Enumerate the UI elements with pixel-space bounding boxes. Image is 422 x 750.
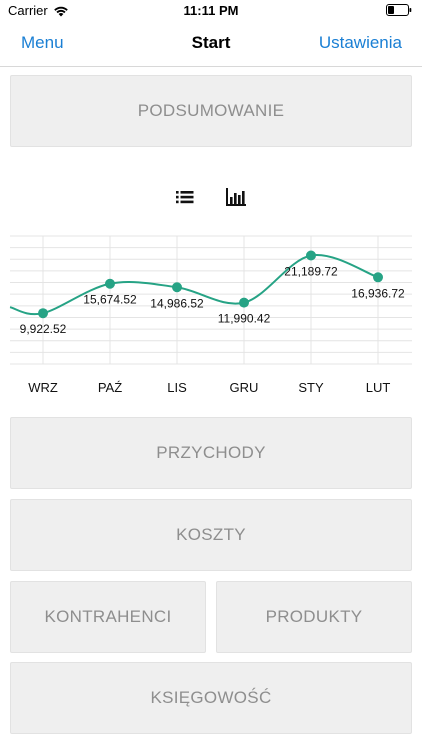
- battery-icon: [386, 4, 412, 16]
- x-tick-label: GRU: [230, 380, 259, 395]
- contractors-label: KONTRAHENCI: [44, 607, 172, 626]
- accounting-button[interactable]: KSIĘGOWOŚĆ: [10, 662, 412, 734]
- income-button[interactable]: PRZYCHODY: [10, 417, 412, 489]
- status-bar: Carrier 11:11 PM: [0, 0, 422, 22]
- navigation-bar: Menu Start Ustawienia: [0, 22, 422, 67]
- data-point: [373, 272, 383, 283]
- chart-view-toggles: [0, 184, 422, 210]
- products-label: PRODUKTY: [265, 607, 363, 626]
- accounting-label: KSIĘGOWOŚĆ: [150, 688, 272, 707]
- x-tick-label: PAŹ: [98, 380, 122, 395]
- income-line-chart: 9,922.52 15,674.52 14,986.52 11,990.42 21,18…: [9, 235, 412, 395]
- summary-button[interactable]: PODSUMOWANIE: [10, 75, 412, 147]
- x-axis-tick-labels: WRZ PAŹ LIS GRU STY LUT: [28, 380, 390, 395]
- costs-button[interactable]: KOSZTY: [10, 499, 412, 571]
- contractors-button[interactable]: KONTRAHENCI: [10, 581, 206, 653]
- data-label: 9,922.52: [20, 322, 67, 336]
- data-points: [38, 250, 383, 319]
- data-label: 11,990.42: [218, 312, 271, 326]
- income-label: PRZYCHODY: [156, 443, 266, 462]
- data-point: [38, 308, 48, 319]
- data-labels: 9,922.52 15,674.52 14,986.52 11,990.42 21,18…: [20, 265, 405, 337]
- products-button[interactable]: PRODUKTY: [216, 581, 412, 653]
- status-time: 11:11 PM: [183, 3, 239, 18]
- x-tick-label: LUT: [366, 380, 391, 395]
- data-point: [306, 250, 316, 261]
- settings-button[interactable]: Ustawienia: [319, 33, 402, 53]
- data-label: 14,986.52: [150, 296, 204, 310]
- data-point: [239, 297, 249, 308]
- costs-label: KOSZTY: [176, 525, 246, 544]
- data-label: 16,936.72: [351, 286, 405, 300]
- x-tick-label: STY: [298, 380, 324, 395]
- list-icon[interactable]: [172, 184, 198, 210]
- bar-chart-icon[interactable]: [223, 184, 249, 210]
- summary-label: PODSUMOWANIE: [137, 101, 285, 120]
- x-tick-label: WRZ: [28, 380, 58, 395]
- data-label: 15,674.52: [83, 293, 137, 307]
- data-point: [105, 278, 115, 289]
- x-tick-label: LIS: [167, 380, 187, 395]
- data-point: [172, 282, 182, 293]
- data-label: 21,189.72: [284, 265, 338, 279]
